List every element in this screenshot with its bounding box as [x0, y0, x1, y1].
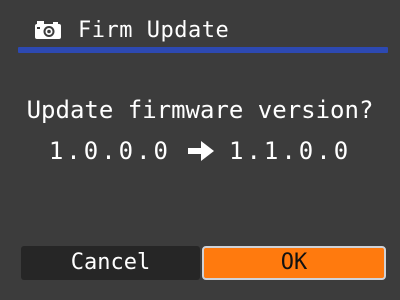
camera-icon: [34, 20, 62, 40]
update-question: Update firmware version?: [26, 96, 374, 124]
header: Firm Update: [0, 14, 400, 50]
new-version: 1.1.0.0: [229, 137, 352, 165]
ok-button[interactable]: OK: [202, 246, 386, 280]
cancel-button[interactable]: Cancel: [21, 246, 200, 280]
right-arrow-icon: [187, 139, 215, 163]
firmware-update-screen: Firm Update Update firmware version? 1.0…: [0, 0, 400, 300]
version-change: 1.0.0.0 1.1.0.0: [0, 135, 400, 167]
header-divider: [18, 47, 388, 53]
page-title: Firm Update: [78, 18, 230, 43]
current-version: 1.0.0.0: [48, 137, 171, 165]
